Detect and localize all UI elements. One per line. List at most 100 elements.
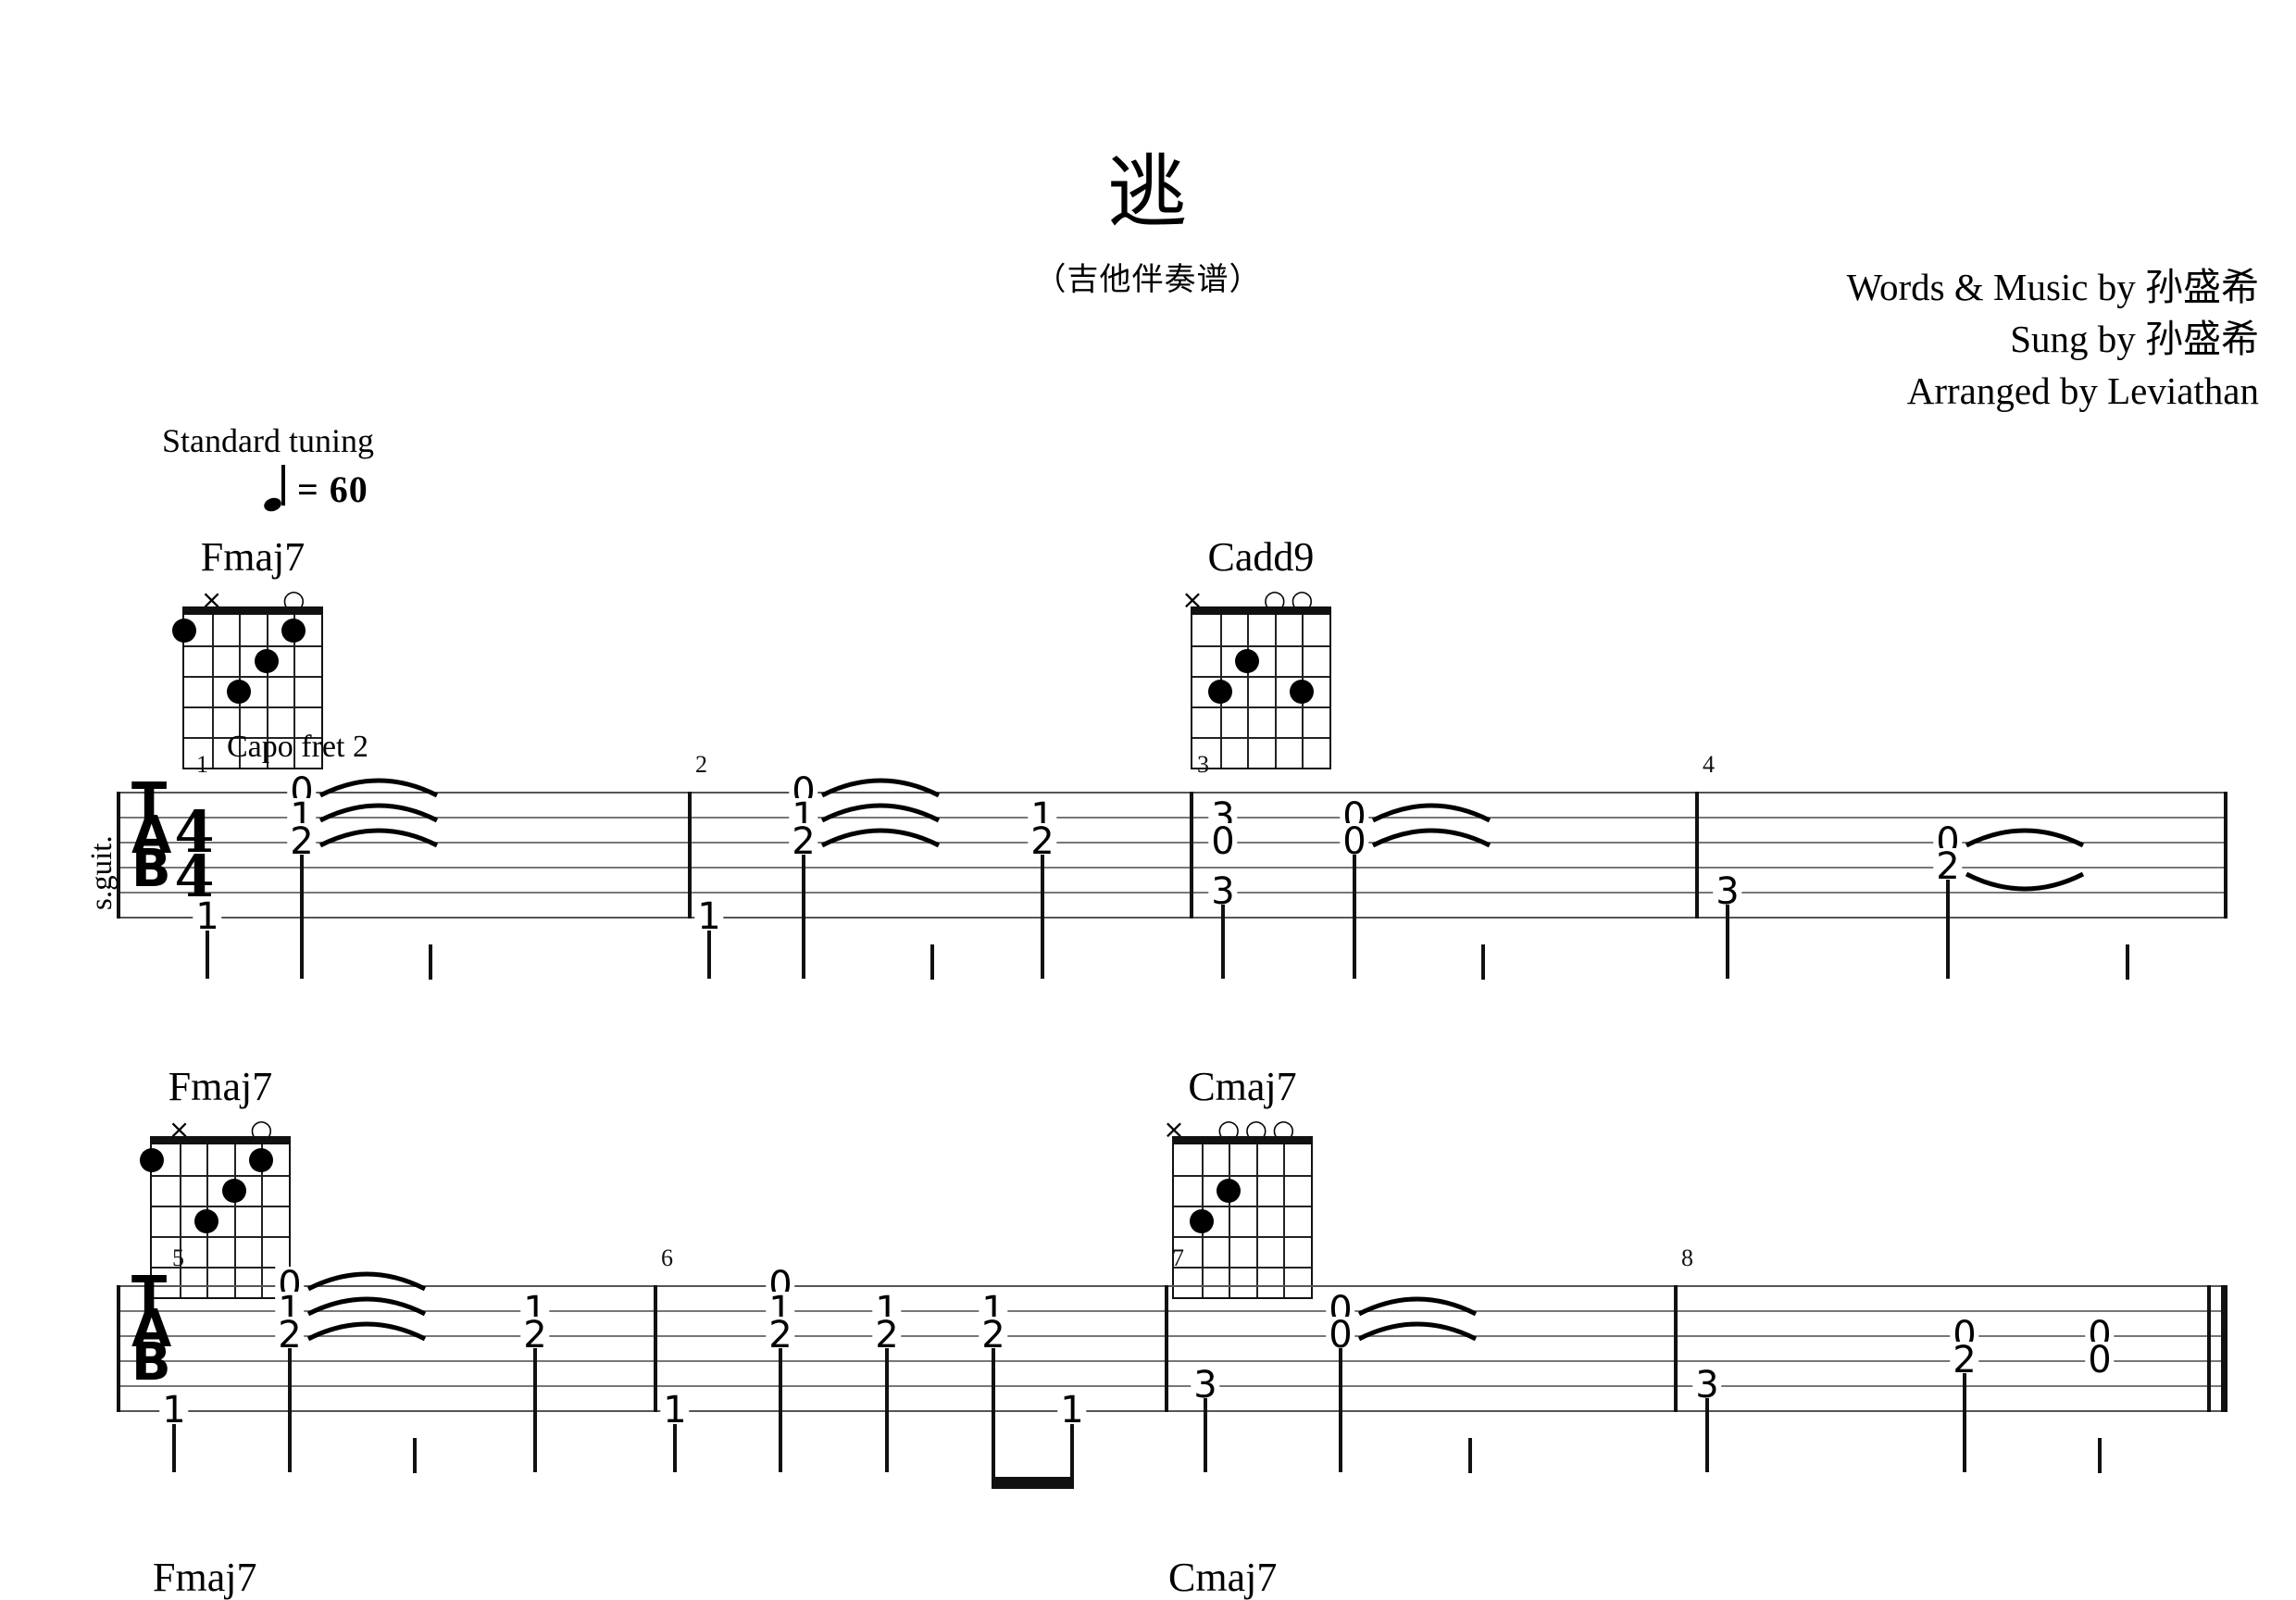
measure-number: 1 <box>196 751 208 778</box>
tie-slur <box>1371 803 1491 823</box>
tab-clef: T A B <box>131 777 171 899</box>
note-stem <box>300 855 304 979</box>
tie-slur <box>306 1296 427 1317</box>
measure-number: 8 <box>1681 1244 1693 1271</box>
note-stem <box>1726 905 1729 979</box>
chord-dot <box>281 618 306 643</box>
instrument-label: s.guit. <box>85 835 119 910</box>
note-stem <box>172 1424 176 1472</box>
tie-slur <box>820 828 941 848</box>
note-stem <box>802 855 805 979</box>
tie-slur <box>820 803 941 823</box>
note-stem <box>992 1348 995 1489</box>
credit-words-music: Words & Music by 孙盛希 <box>1846 266 2259 308</box>
chord-dot <box>172 618 196 643</box>
chord-nut <box>1172 1136 1313 1144</box>
measure-number: 5 <box>172 1244 184 1271</box>
note-stem <box>1041 855 1044 979</box>
note-stem <box>206 931 209 979</box>
chord-dot <box>140 1147 164 1172</box>
tie-slur <box>1371 828 1491 848</box>
final-barline-thick <box>2221 1285 2227 1412</box>
measure-number: 3 <box>1197 751 1209 778</box>
measure-number: 6 <box>661 1244 673 1271</box>
note-stem <box>1353 855 1356 979</box>
measure-number: 7 <box>1172 1244 1184 1271</box>
chord-dot <box>1290 679 1315 704</box>
chord-diagram-cadd9: Cadd9 × ○ ○ <box>1178 537 1344 769</box>
tie-slur <box>318 828 439 848</box>
tie-slur <box>1965 828 2085 848</box>
tie-slur <box>1357 1321 1478 1342</box>
note-stem <box>1221 905 1225 979</box>
tab-staff <box>117 1285 2227 1412</box>
chord-nut <box>182 606 323 615</box>
time-signature-bottom: 4 <box>174 843 215 910</box>
barline <box>1190 792 1193 919</box>
tie-slur <box>318 778 439 798</box>
tab-clef-b: B <box>131 1332 171 1393</box>
tie-slur <box>306 1321 427 1342</box>
tab-note: 0 <box>1208 823 1238 860</box>
measure-number: 2 <box>695 751 707 778</box>
page-title: 逃 <box>1107 146 1189 239</box>
tab-note: 1 <box>694 898 724 935</box>
note-stem <box>885 1348 889 1472</box>
note-stem <box>930 944 934 980</box>
chord-dot <box>1207 679 1232 704</box>
system-end-barline <box>2224 792 2227 919</box>
chord-name: Cmaj7 <box>1188 1064 1297 1109</box>
chord-dot <box>254 648 279 673</box>
note-stem <box>413 1438 417 1473</box>
note-stem <box>2098 1438 2102 1473</box>
chord-dot <box>1189 1208 1214 1233</box>
barline <box>1165 1285 1168 1412</box>
note-stem <box>1204 1398 1207 1472</box>
credit-sung-by: Sung by 孙盛希 <box>2010 317 2259 360</box>
chord-grid <box>1191 606 1331 769</box>
chord-nut <box>150 1136 291 1144</box>
tab-note: 1 <box>193 898 222 935</box>
barline <box>654 1285 657 1412</box>
barline <box>688 792 692 919</box>
barline <box>1674 1285 1678 1412</box>
tab-note: 1 <box>159 1392 189 1429</box>
chord-name: Fmaj7 <box>200 534 306 580</box>
chord-grid <box>140 1136 291 1299</box>
chord-name: Fmaj7 <box>168 1064 273 1109</box>
tab-clef: T A B <box>131 1270 171 1393</box>
tie-slur <box>1357 1296 1478 1317</box>
chord-dot <box>249 1147 274 1172</box>
note-stem <box>1481 944 1485 980</box>
note-stem <box>429 944 432 980</box>
chord-dot <box>221 1178 246 1203</box>
credits-block: Words & Music by 孙盛希 Sung by 孙盛希 Arrange… <box>1847 262 2259 417</box>
note-stem <box>288 1348 292 1472</box>
note-stem <box>1705 1398 1709 1472</box>
credit-arranged-by: Arranged by Leviathan <box>1906 369 2259 412</box>
final-barline-thin <box>2207 1285 2211 1412</box>
quarter-note-icon <box>262 464 288 514</box>
chord-name-bottom-cmaj7: Cmaj7 <box>1168 1555 1278 1600</box>
note-stem <box>1946 880 1950 979</box>
note-stem <box>707 931 711 979</box>
note-stem <box>1963 1373 1966 1472</box>
chord-nut <box>1191 606 1331 615</box>
tie-slur <box>1965 871 2085 892</box>
chord-dot <box>227 679 252 704</box>
barline <box>1695 792 1699 919</box>
measure-number: 4 <box>1703 751 1715 778</box>
tuning-label: Standard tuning <box>162 422 374 459</box>
chord-name: Cadd9 <box>1207 534 1315 580</box>
time-signature: 4 4 <box>174 804 215 910</box>
tab-clef-b: B <box>131 839 171 899</box>
chord-grid <box>1172 1136 1313 1299</box>
chord-dot <box>1217 1178 1242 1203</box>
chord-name-bottom-fmaj7: Fmaj7 <box>153 1555 257 1600</box>
note-stem <box>673 1424 677 1472</box>
note-stem <box>2126 944 2129 980</box>
note-stem <box>533 1348 537 1472</box>
tab-note: 0 <box>2085 1342 2115 1379</box>
note-stem <box>779 1348 782 1472</box>
eighth-note-beam <box>992 1477 1074 1489</box>
